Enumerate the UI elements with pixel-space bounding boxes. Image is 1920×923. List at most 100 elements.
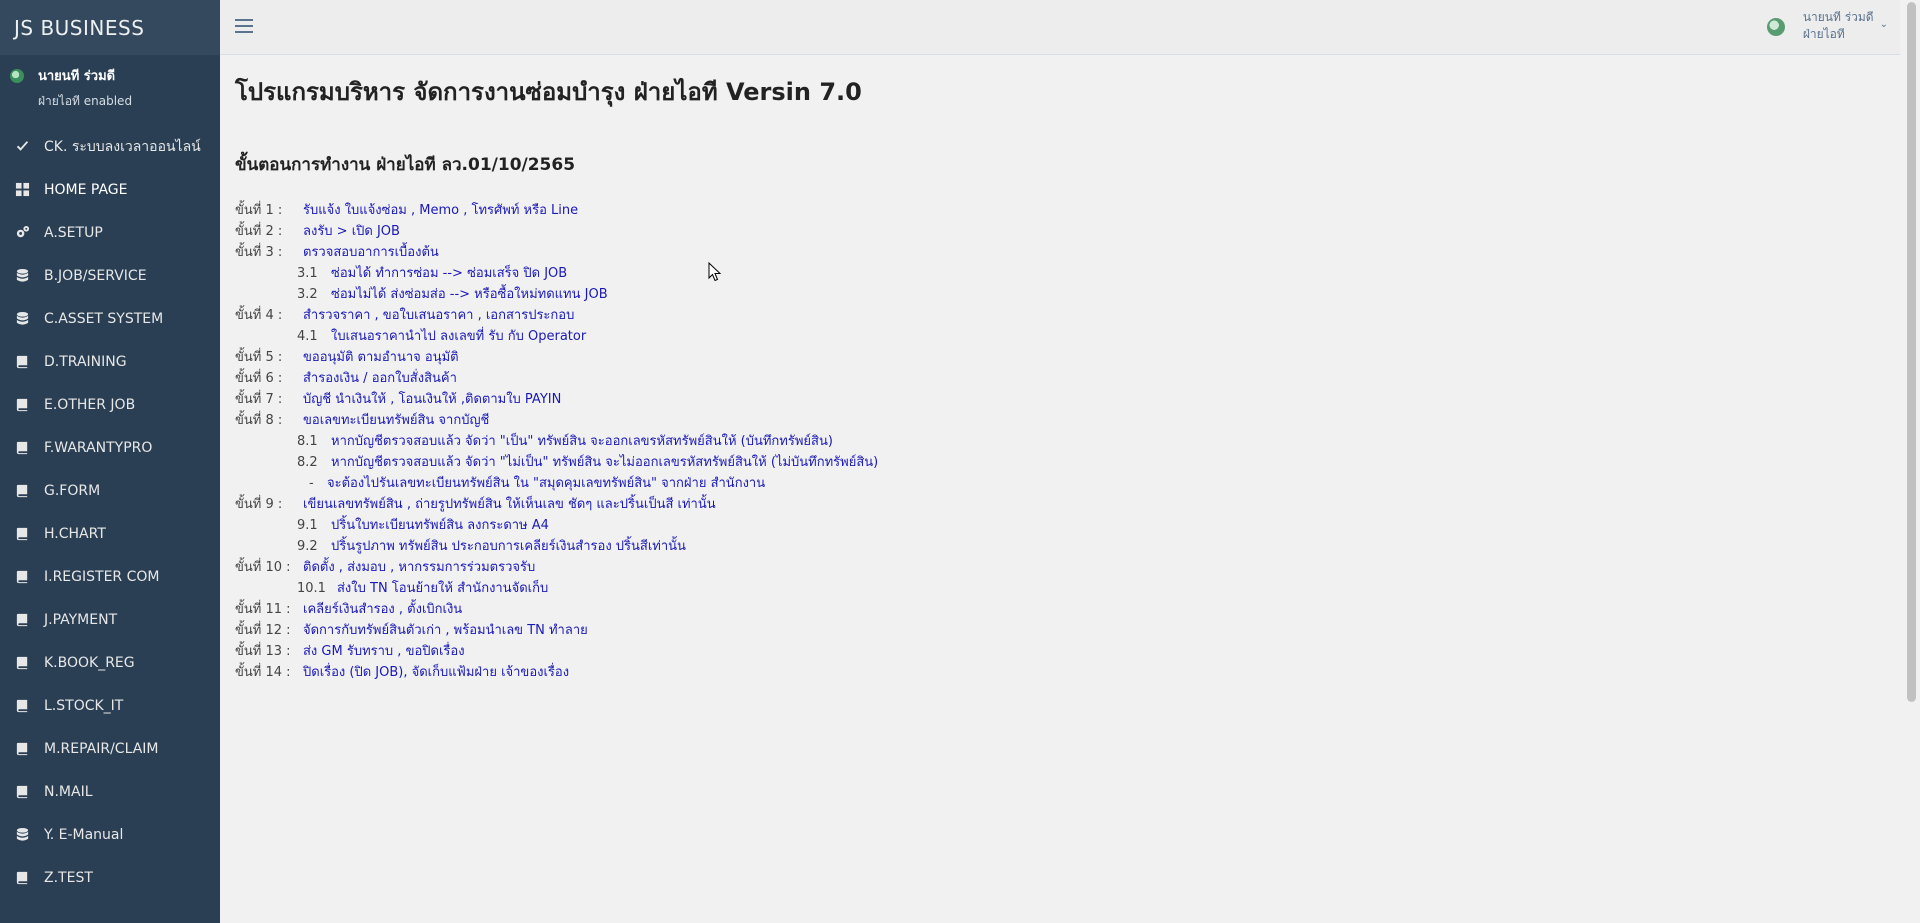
sub-step-row: 3.2 ซ่อมไม่ได้ ส่งซ่อมส่อ --> หรือซื้อใหม… — [235, 284, 878, 305]
step-link[interactable]: ซ่อมไม่ได้ ส่งซ่อมส่อ --> หรือซื้อใหม่ทด… — [331, 284, 608, 305]
book-icon — [15, 612, 30, 627]
sub-step-number: 3.1 — [297, 266, 318, 281]
sidebar-item-h-chart[interactable]: H.CHART — [0, 512, 220, 555]
sidebar-item-label: I.REGISTER COM — [44, 568, 160, 585]
sub-step-number: 3.2 — [297, 287, 318, 302]
sidebar-item-n-mail[interactable]: N.MAIL — [0, 770, 220, 813]
sidebar-item-i-register-com[interactable]: I.REGISTER COM — [0, 555, 220, 598]
step-link[interactable]: ปริ้นใบทะเบียนทรัพย์สิน ลงกระดาษ A4 — [331, 515, 549, 536]
sidebar-item-ck[interactable]: CK. ระบบลงเวลาออนไลน์ — [0, 125, 220, 168]
step-link[interactable]: สำรวจราคา , ขอใบเสนอราคา , เอกสารประกอบ — [303, 305, 574, 326]
step-link[interactable]: ส่ง GM รับทราบ , ขอปิดเรื่อง — [303, 641, 465, 662]
step-link[interactable]: ปริ้นรูปภาพ ทรัพย์สิน ประกอบการเคลียร์เง… — [331, 536, 686, 557]
sidebar-item-g-form[interactable]: G.FORM — [0, 469, 220, 512]
database-icon — [15, 268, 30, 283]
step-label: ขั้นที่ 13 : — [235, 644, 291, 659]
top-navbar: นายนที ร่วมดี ฝ่ายไอที ⌄ — [220, 0, 1900, 55]
step-row: ขั้นที่ 13 : ส่ง GM รับทราบ , ขอปิดเรื่อง — [235, 641, 878, 662]
step-row: ขั้นที่ 10 : ติดตั้ง , ส่งมอบ , หากรรมการ… — [235, 557, 878, 578]
step-row: ขั้นที่ 12 : จัดการกับทรัพย์สินตัวเก่า , … — [235, 620, 878, 641]
profile-role: ฝ่ายไอที enabled — [38, 94, 133, 108]
sidebar-item-label: E.OTHER JOB — [44, 396, 136, 413]
sidebar-item-home-page[interactable]: HOME PAGE — [0, 168, 220, 211]
chevron-down-icon: ⌄ — [1879, 19, 1888, 30]
step-link[interactable]: ซ่อมได้ ทำการซ่อม --> ซ่อมเสร็จ ปิด JOB — [331, 263, 567, 284]
step-link[interactable]: จัดการกับทรัพย์สินตัวเก่า , พร้อมนำเลข T… — [303, 620, 588, 641]
scrollbar-thumb[interactable] — [1907, 2, 1916, 702]
step-link[interactable]: เคลียร์เงินสำรอง , ตั้งเบิกเงิน — [303, 599, 462, 620]
step-row: ขั้นที่ 7 : บัญชี นำเงินให้ , โอนเงินให้ … — [235, 389, 878, 410]
step-row: ขั้นที่ 2 : ลงรับ > เปิด JOB — [235, 221, 878, 242]
step-label: ขั้นที่ 6 : — [235, 371, 283, 386]
step-link[interactable]: จะต้องไปรันเลขทะเบียนทรัพย์สิน ใน "สมุดค… — [327, 473, 765, 494]
sidebar-item-label: A.SETUP — [44, 224, 103, 241]
sidebar-item-label: H.CHART — [44, 525, 106, 542]
step-label: ขั้นที่ 14 : — [235, 665, 291, 680]
sidebar-item-label: B.JOB/SERVICE — [44, 267, 147, 284]
step-row: ขั้นที่ 1 : รับแจ้ง ใบแจ้งซ่อม , Memo , โ… — [235, 200, 878, 221]
user-menu[interactable]: นายนที ร่วมดี ฝ่ายไอที ⌄ — [1766, 9, 1888, 43]
user-avatar — [1766, 18, 1785, 36]
step-link[interactable]: ขอเลขทะเบียนทรัพย์สิน จากบัญชี — [303, 410, 489, 431]
sub-step-number: 9.2 — [297, 539, 318, 554]
step-link[interactable]: ตรวจสอบอาการเบื้องต้น — [303, 242, 439, 263]
user-name: นายนที ร่วมดี — [1802, 10, 1874, 24]
step-label: ขั้นที่ 1 : — [235, 203, 283, 218]
sidebar-item-d-training[interactable]: D.TRAINING — [0, 340, 220, 383]
sidebar-item-label: M.REPAIR/CLAIM — [44, 740, 159, 757]
book-icon — [15, 655, 30, 670]
step-label: ขั้นที่ 5 : — [235, 350, 283, 365]
brand-title[interactable]: JS BUSINESS — [0, 0, 220, 55]
page-title: โปรแกรมบริหาร จัดการงานซ่อมบำรุง ฝ่ายไอท… — [235, 78, 862, 106]
step-link[interactable]: สำรองเงิน / ออกใบสั่งสินค้า — [303, 368, 457, 389]
sidebar-menu: CK. ระบบลงเวลาออนไลน์ HOME PAGE A.SETUP B.J… — [0, 125, 220, 899]
sidebar-item-m-repair-claim[interactable]: M.REPAIR/CLAIM — [0, 727, 220, 770]
step-link[interactable]: ส่งใบ TN โอนย้ายให้ สำนักงานจัดเก็บ — [337, 578, 548, 599]
sub-step-number: - — [309, 476, 314, 491]
step-row: ขั้นที่ 4 : สำรวจราคา , ขอใบเสนอราคา , เอ… — [235, 305, 878, 326]
sidebar-item-l-stock-it[interactable]: L.STOCK_IT — [0, 684, 220, 727]
step-link[interactable]: เขียนเลขทรัพย์สิน , ถ่ายรูปทรัพย์สิน ให้… — [303, 494, 716, 515]
book-icon — [15, 569, 30, 584]
avatar — [10, 69, 24, 83]
step-link[interactable]: ลงรับ > เปิด JOB — [303, 221, 400, 242]
step-link[interactable]: บัญชี นำเงินให้ , โอนเงินให้ ,ติดตามใบ P… — [303, 389, 561, 410]
sidebar-item-j-payment[interactable]: J.PAYMENT — [0, 598, 220, 641]
step-row: ขั้นที่ 9 : เขียนเลขทรัพย์สิน , ถ่ายรูปทร… — [235, 494, 878, 515]
step-label: ขั้นที่ 8 : — [235, 413, 283, 428]
step-link[interactable]: รับแจ้ง ใบแจ้งซ่อม , Memo , โทรศัพท์ หรื… — [303, 200, 578, 221]
step-link[interactable]: ใบเสนอราคานำไป ลงเลขที่ รับ กับ Operator — [331, 326, 586, 347]
sidebar-item-b-job-service[interactable]: B.JOB/SERVICE — [0, 254, 220, 297]
sub-step-number: 4.1 — [297, 329, 318, 344]
profile-panel: นายนที ร่วมดี ฝ่ายไอที enabled — [0, 55, 220, 115]
sub-step-number: 8.2 — [297, 455, 318, 470]
step-label: ขั้นที่ 9 : — [235, 497, 283, 512]
sidebar-item-f-warantypro[interactable]: F.WARANTYPRO — [0, 426, 220, 469]
sidebar-item-z-test[interactable]: Z.TEST — [0, 856, 220, 899]
step-link[interactable]: ขออนุมัติ ตามอำนาจ อนุมัติ — [303, 347, 459, 368]
sidebar-item-label: D.TRAINING — [44, 353, 127, 370]
sub-step-number: 9.1 — [297, 518, 318, 533]
sidebar-item-label: Y. E-Manual — [44, 826, 124, 843]
step-link[interactable]: ติดตั้ง , ส่งมอบ , หากรรมการร่วมตรวจรับ — [303, 557, 535, 578]
step-row: ขั้นที่ 3 : ตรวจสอบอาการเบื้องต้น — [235, 242, 878, 263]
sub-step-row: 9.1 ปริ้นใบทะเบียนทรัพย์สิน ลงกระดาษ A4 — [235, 515, 878, 536]
sidebar-item-y-e-manual[interactable]: Y. E-Manual — [0, 813, 220, 856]
book-icon — [15, 698, 30, 713]
profile-name: นายนที ร่วมดี — [38, 69, 116, 84]
sub-step-number: 8.1 — [297, 434, 318, 449]
step-link[interactable]: หากบัญชีตรวจสอบแล้ว จัดว่า "ไม่เป็น" ทรั… — [331, 452, 878, 473]
sidebar-item-c-asset-system[interactable]: C.ASSET SYSTEM — [0, 297, 220, 340]
step-link[interactable]: ปิดเรื่อง (ปิด JOB), จัดเก็บแฟ้มฝ่าย เจ้… — [303, 662, 569, 683]
sidebar-item-a-setup[interactable]: A.SETUP — [0, 211, 220, 254]
scrollbar[interactable] — [1903, 0, 1920, 923]
step-link[interactable]: หากบัญชีตรวจสอบแล้ว จัดว่า "เป็น" ทรัพย์… — [331, 431, 833, 452]
step-row: ขั้นที่ 5 : ขออนุมัติ ตามอำนาจ อนุมัติ — [235, 347, 878, 368]
sub-step-row: 8.1 หากบัญชีตรวจสอบแล้ว จัดว่า "เป็น" ทรั… — [235, 431, 878, 452]
step-row: ขั้นที่ 6 : สำรองเงิน / ออกใบสั่งสินค้า — [235, 368, 878, 389]
sidebar-item-e-other-job[interactable]: E.OTHER JOB — [0, 383, 220, 426]
database-icon — [15, 827, 30, 842]
menu-toggle-icon[interactable] — [235, 19, 253, 35]
sidebar-item-k-book-reg[interactable]: K.BOOK_REG — [0, 641, 220, 684]
sidebar-item-label: F.WARANTYPRO — [44, 439, 153, 456]
